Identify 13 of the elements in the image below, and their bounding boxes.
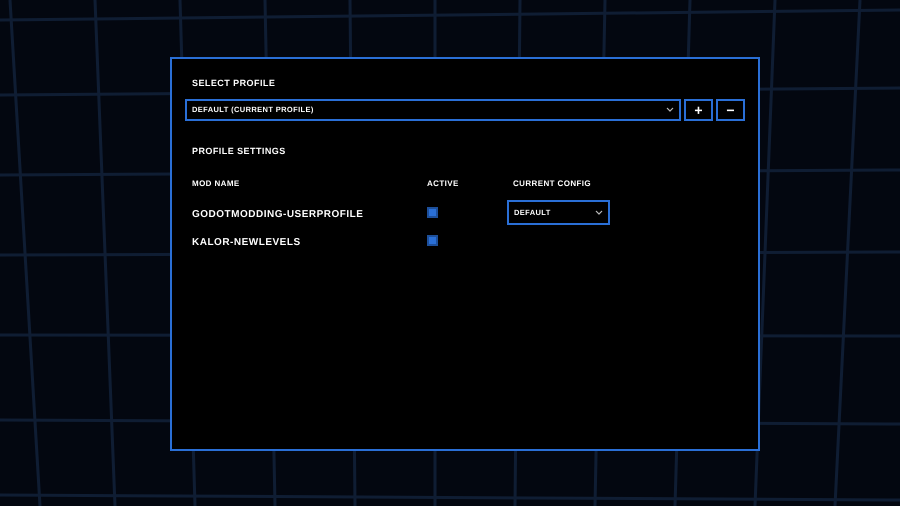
- remove-button[interactable]: −: [716, 99, 745, 121]
- column-header: MOD NAME: [192, 178, 241, 190]
- section-label: SELECT PROFILE: [192, 77, 276, 90]
- mod-name: KALOR-NEWLEVELS: [192, 236, 301, 248]
- caret-icon: [595, 210, 603, 216]
- checkbox[interactable]: [427, 235, 438, 246]
- mod-name: GODOTMODDING-USERPROFILE: [192, 208, 364, 220]
- add-button[interactable]: +: [684, 99, 713, 121]
- section-title: PROFILE SETTINGS: [192, 145, 287, 158]
- column-header: CURRENT CONFIG: [513, 178, 592, 190]
- caret-icon: [666, 107, 674, 113]
- column-header: ACTIVE: [427, 178, 460, 190]
- checkbox[interactable]: [427, 207, 438, 218]
